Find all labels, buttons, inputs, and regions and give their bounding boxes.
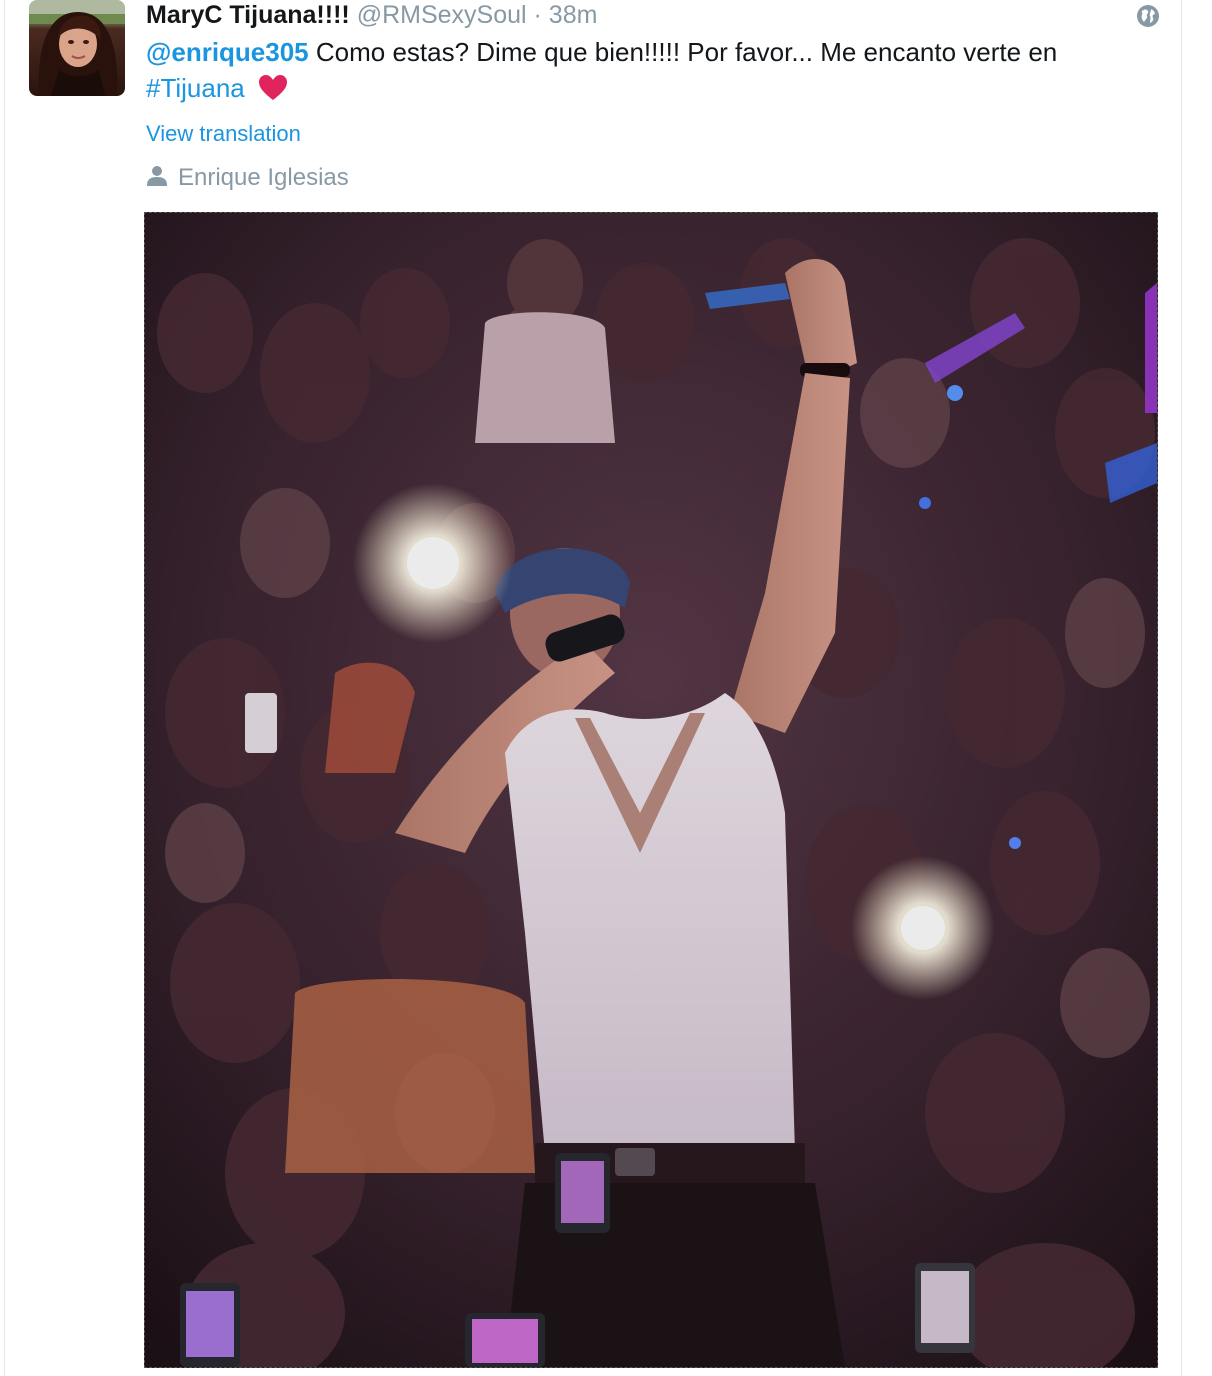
header-separator: · [533, 1, 542, 29]
tweet-timestamp[interactable]: 38m [549, 1, 598, 29]
tweet-page: MaryC Tijuana!!!! @RMSexySoul · 38m @enr… [0, 0, 1212, 1376]
author-fullname[interactable]: MaryC Tijuana!!!! [146, 1, 350, 29]
author-username[interactable]: @RMSexySoul [357, 1, 527, 29]
tagged-user-row[interactable]: Enrique Iglesias [146, 160, 349, 196]
avatar-image [29, 0, 125, 96]
tweet-text: @enrique305 Como estas? Dime que bien!!!… [146, 34, 1156, 106]
timeline-border-right [1181, 0, 1182, 1376]
concert-photo [145, 213, 1157, 1367]
mention-link[interactable]: @enrique305 [146, 37, 309, 67]
tagged-user-name: Enrique Iglesias [178, 164, 349, 191]
user-icon [147, 166, 167, 186]
timeline-border-left [4, 0, 5, 1376]
avatar[interactable] [29, 0, 125, 96]
view-translation-link[interactable]: View translation [146, 118, 301, 150]
tweet-body: Como estas? Dime que bien!!!!! Por favor… [308, 37, 1058, 67]
tweet-photo[interactable] [144, 212, 1158, 1368]
hashtag-link[interactable]: #Tijuana [146, 73, 245, 103]
heart-icon [259, 75, 288, 100]
globe-icon[interactable] [1136, 4, 1160, 28]
tweet-header: MaryC Tijuana!!!! @RMSexySoul · 38m [146, 0, 597, 32]
